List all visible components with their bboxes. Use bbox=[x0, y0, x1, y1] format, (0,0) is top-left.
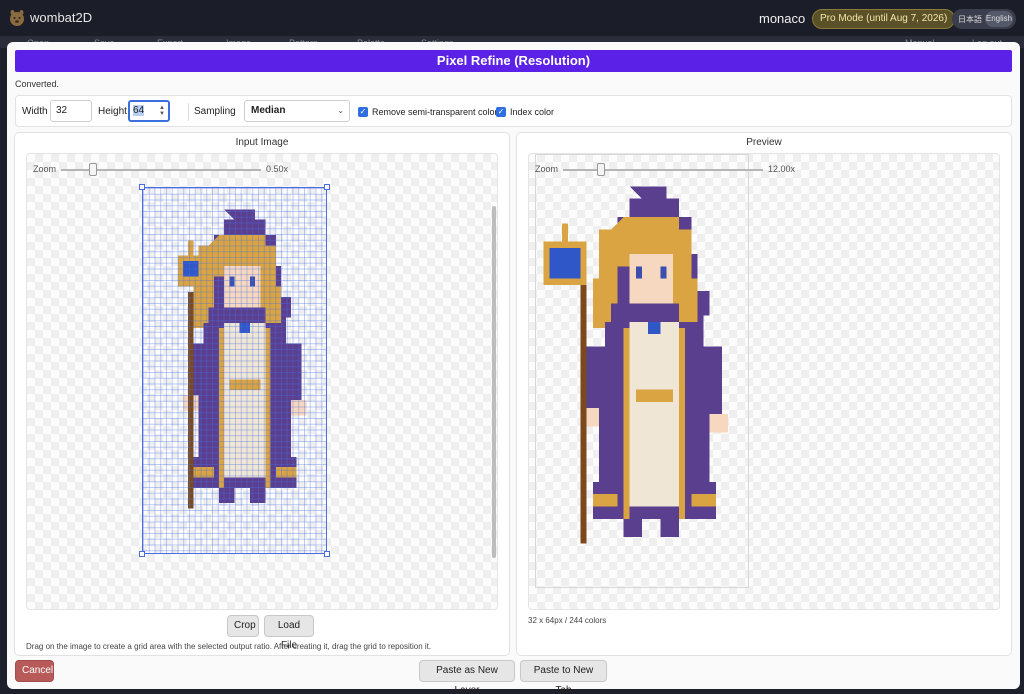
stepper-icon[interactable]: ▲ ▼ bbox=[159, 105, 165, 117]
preview-zoom-value: 12.00x bbox=[768, 164, 796, 174]
vertical-scrollbar[interactable] bbox=[492, 206, 496, 558]
width-value: 32 bbox=[56, 105, 68, 116]
input-zoom-slider[interactable] bbox=[61, 163, 261, 176]
input-hint: Drag on the image to create a grid area … bbox=[26, 642, 432, 651]
input-canvas[interactable]: Zoom 0.50x bbox=[26, 153, 498, 610]
grid-selection-area[interactable] bbox=[139, 184, 330, 557]
height-value: 64 bbox=[133, 105, 145, 116]
preview-zoom-slider[interactable] bbox=[563, 163, 763, 176]
remove-semi-transparent-label[interactable]: Remove semi-transparent colors bbox=[372, 107, 502, 117]
cancel-button[interactable]: Cancel bbox=[15, 660, 54, 682]
status-message: Converted. bbox=[15, 79, 60, 89]
index-color-label[interactable]: Index color bbox=[510, 107, 554, 117]
app-header: wombat2D monaco Pro Mode (until Aug 7, 2… bbox=[0, 0, 1024, 36]
sampling-value: Median bbox=[251, 105, 286, 116]
settings-bar: Width 32 Height 64 ▲ ▼ Sampling Median ⌄ … bbox=[15, 95, 1012, 127]
dialog-title: Pixel Refine (Resolution) bbox=[15, 50, 1012, 72]
preview-sprite-image bbox=[543, 186, 729, 544]
crop-button[interactable]: Crop bbox=[227, 615, 259, 637]
paste-as-new-layer-button[interactable]: Paste as New Layer bbox=[419, 660, 515, 694]
app-title: wombat2D bbox=[30, 10, 93, 25]
sampling-label: Sampling bbox=[194, 106, 236, 117]
preview-zoom-label: Zoom bbox=[535, 164, 559, 174]
height-label: Height bbox=[98, 106, 127, 117]
pro-mode-badge[interactable]: Pro Mode (until Aug 7, 2026) bbox=[812, 9, 956, 29]
input-image-panel: Input Image Zoom 0.50x Crop Load File Dr… bbox=[14, 132, 510, 656]
preview-canvas[interactable]: Zoom 12.00x bbox=[528, 153, 1000, 610]
width-label: Width bbox=[22, 106, 48, 117]
divider bbox=[188, 103, 189, 121]
input-zoom-thumb[interactable] bbox=[89, 163, 97, 176]
height-input[interactable]: 64 ▲ ▼ bbox=[128, 100, 170, 122]
preview-panel-title: Preview bbox=[746, 137, 782, 148]
load-file-button[interactable]: Load File bbox=[264, 615, 314, 651]
paste-to-new-tab-button[interactable]: Paste to New Tab bbox=[520, 660, 607, 694]
language-option-ja[interactable]: 日本語 bbox=[958, 14, 982, 25]
remove-semi-transparent-checkbox[interactable]: ✓ bbox=[358, 107, 368, 117]
resize-handle-top-left[interactable] bbox=[139, 184, 145, 190]
width-input[interactable]: 32 bbox=[50, 100, 92, 122]
input-zoom-value: 0.50x bbox=[266, 164, 289, 174]
preview-info: 32 x 64px / 244 colors bbox=[528, 616, 607, 625]
chevron-down-icon: ⌄ bbox=[337, 106, 344, 115]
input-zoom-control: Zoom 0.50x bbox=[33, 163, 333, 177]
input-zoom-label: Zoom bbox=[33, 164, 57, 174]
language-toggle[interactable]: 日本語 English bbox=[952, 9, 1016, 29]
sampling-select[interactable]: Median ⌄ bbox=[244, 100, 350, 122]
index-color-checkbox[interactable]: ✓ bbox=[496, 107, 506, 117]
language-option-en[interactable]: English bbox=[985, 11, 1013, 27]
resize-handle-bottom-right[interactable] bbox=[324, 551, 330, 557]
preview-panel: Preview Zoom 12.00x 32 x 64px / 244 colo… bbox=[516, 132, 1012, 656]
resize-handle-bottom-left[interactable] bbox=[139, 551, 145, 557]
user-name[interactable]: monaco bbox=[759, 11, 805, 26]
wombat-logo-icon bbox=[10, 10, 24, 26]
input-panel-title: Input Image bbox=[235, 137, 289, 148]
resize-handle-top-right[interactable] bbox=[324, 184, 330, 190]
pixel-refine-dialog: Pixel Refine (Resolution) Converted. Wid… bbox=[7, 42, 1020, 694]
